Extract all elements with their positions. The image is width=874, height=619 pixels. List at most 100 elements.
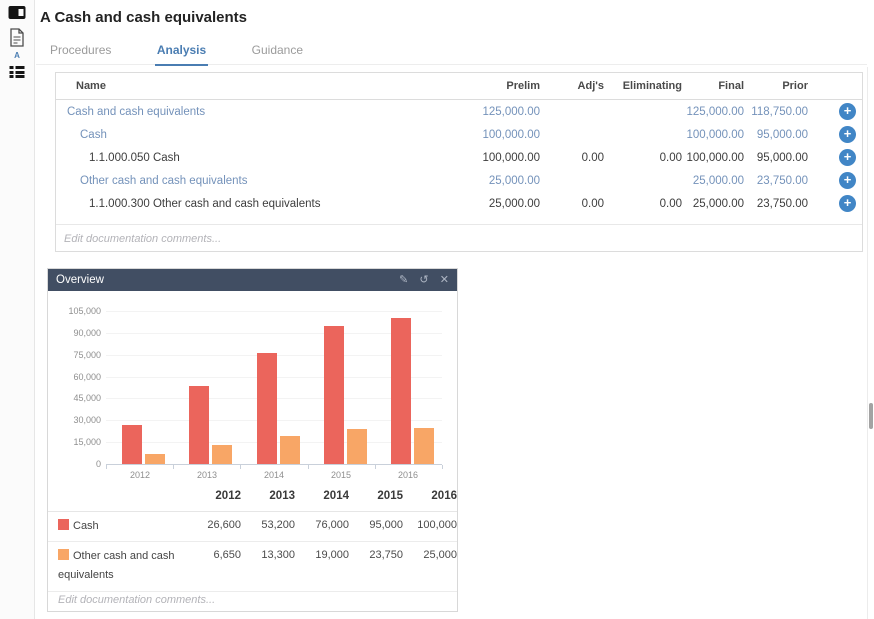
legend-value-cell: 100,000	[403, 511, 457, 542]
add-adjustment-button[interactable]	[839, 103, 856, 120]
documentation-comment-field[interactable]: Edit documentation comments...	[56, 224, 862, 252]
legend-swatch-other	[58, 549, 69, 560]
x-axis-tick	[375, 465, 376, 469]
row-actions	[808, 172, 862, 189]
bar-cash-2013	[189, 386, 209, 464]
row-name: 1.1.000.300 Other cash and cash equivale…	[56, 198, 448, 210]
add-adjustment-button[interactable]	[839, 149, 856, 166]
legend-year-header: 2012	[187, 481, 241, 511]
vertical-scrollbar[interactable]	[867, 67, 874, 619]
y-axis-label: 75,000	[48, 350, 101, 360]
legend-value-cell: 95,000	[349, 511, 403, 542]
add-adjustment-button[interactable]	[839, 195, 856, 212]
y-axis-label: 15,000	[48, 437, 101, 447]
bar-chart: 0 15,000 30,000 45,000 60,000 75,000 90,000 105…	[48, 291, 457, 481]
legend-value-cell: 13,300	[241, 542, 295, 591]
y-axis-label: 45,000	[48, 393, 101, 403]
cell-prior: 118,750.00	[744, 106, 808, 118]
cell-prelim: 100,000.00	[448, 152, 540, 164]
cell-final: 100,000.00	[682, 152, 744, 164]
x-axis-tick	[308, 465, 309, 469]
cell-adjs: 0.00	[540, 198, 604, 210]
bar-other-2016	[414, 428, 434, 464]
x-axis-category-label: 2014	[244, 470, 304, 480]
legend-swatch-cash	[58, 519, 69, 530]
cell-eliminating: 0.00	[604, 198, 682, 210]
row-actions	[808, 126, 862, 143]
y-axis-label: 60,000	[48, 372, 101, 382]
table-row: 1.1.000.300 Other cash and cash equivale…	[56, 192, 862, 215]
legend-year-header: 2015	[349, 481, 403, 511]
legend-year-header: 2014	[295, 481, 349, 511]
tab-guidance[interactable]: Guidance	[250, 39, 305, 64]
gridline	[106, 311, 442, 312]
legend-year-header: 2016	[403, 481, 457, 511]
cell-prelim: 25,000.00	[448, 175, 540, 187]
legend-value-cell: 26,600	[187, 511, 241, 542]
column-header-name: Name	[56, 80, 448, 92]
x-axis-line	[106, 464, 442, 465]
column-header-eliminating: Eliminating	[604, 80, 682, 92]
x-axis-category-label: 2015	[311, 470, 371, 480]
bar-cash-2014	[257, 353, 277, 464]
legend-value-cell: 25,000	[403, 542, 457, 591]
bar-other-2012	[145, 454, 165, 464]
table-row: Cash100,000.00100,000.0095,000.00	[56, 123, 862, 146]
column-header-prelim: Prelim	[448, 80, 540, 92]
tab-analysis[interactable]: Analysis	[155, 39, 208, 66]
tab-procedures[interactable]: Procedures	[48, 39, 113, 64]
legend-series-row: Other cash and cash equivalents6,65013,3…	[48, 542, 457, 591]
bar-cash-2015	[324, 326, 344, 464]
edit-icon[interactable]: ✎	[399, 274, 408, 286]
cell-final: 25,000.00	[682, 198, 744, 210]
analysis-table-card: Name Prelim Adj's Eliminating Final Prio…	[55, 72, 863, 252]
tab-bar: Procedures Analysis Guidance	[36, 39, 867, 65]
cell-final: 100,000.00	[682, 129, 744, 141]
list-view-icon[interactable]	[10, 66, 25, 78]
x-axis-category-label: 2016	[378, 470, 438, 480]
cell-prior: 23,750.00	[744, 175, 808, 187]
table-row: Cash and cash equivalents125,000.00125,0…	[56, 100, 862, 123]
document-icon	[9, 28, 25, 47]
y-axis-label: 0	[48, 459, 101, 469]
overview-panel-header: Overview ✎ ↺ ✕	[48, 269, 457, 291]
cell-prior: 95,000.00	[744, 152, 808, 164]
chart-legend-table: 20122013201420152016Cash26,60053,20076,0…	[48, 481, 457, 592]
cell-prelim: 125,000.00	[448, 106, 540, 118]
table-row: 1.1.000.050 Cash100,000.000.000.00100,00…	[56, 146, 862, 169]
cell-eliminating: 0.00	[604, 152, 682, 164]
table-row: Other cash and cash equivalents25,000.00…	[56, 169, 862, 192]
y-axis-label: 30,000	[48, 415, 101, 425]
cell-prior: 95,000.00	[744, 129, 808, 141]
column-header-adjs: Adj's	[540, 80, 604, 92]
cell-adjs: 0.00	[540, 152, 604, 164]
binder-icon[interactable]	[9, 6, 26, 19]
cell-prelim: 25,000.00	[448, 198, 540, 210]
legend-value-cell: 19,000	[295, 542, 349, 591]
y-axis-label: 90,000	[48, 328, 101, 338]
app-sidebar: A	[0, 0, 35, 619]
x-axis-tick	[106, 465, 107, 469]
documentation-comment-field[interactable]: Edit documentation comments...	[48, 590, 457, 611]
y-axis-label: 105,000	[48, 306, 101, 316]
bar-cash-2012	[122, 425, 142, 464]
add-adjustment-button[interactable]	[839, 172, 856, 189]
document-annotate-icon[interactable]: A	[8, 28, 26, 58]
scrollbar-thumb[interactable]	[869, 403, 873, 429]
overview-toolbar: ✎ ↺ ✕	[391, 274, 449, 286]
x-axis-tick	[173, 465, 174, 469]
legend-corner-cell	[48, 481, 187, 511]
cell-prelim: 100,000.00	[448, 129, 540, 141]
legend-series-row: Cash26,60053,20076,00095,000100,000	[48, 511, 457, 542]
history-icon[interactable]: ↺	[419, 274, 428, 286]
legend-series-name: Other cash and cash equivalents	[48, 542, 187, 591]
close-icon[interactable]: ✕	[440, 274, 449, 286]
row-name[interactable]: Cash	[56, 129, 448, 141]
row-name[interactable]: Cash and cash equivalents	[56, 106, 448, 118]
row-actions	[808, 103, 862, 120]
table-header-row: Name Prelim Adj's Eliminating Final Prio…	[56, 73, 862, 100]
x-axis-tick	[240, 465, 241, 469]
row-name[interactable]: Other cash and cash equivalents	[56, 175, 448, 187]
add-adjustment-button[interactable]	[839, 126, 856, 143]
legend-value-cell: 76,000	[295, 511, 349, 542]
